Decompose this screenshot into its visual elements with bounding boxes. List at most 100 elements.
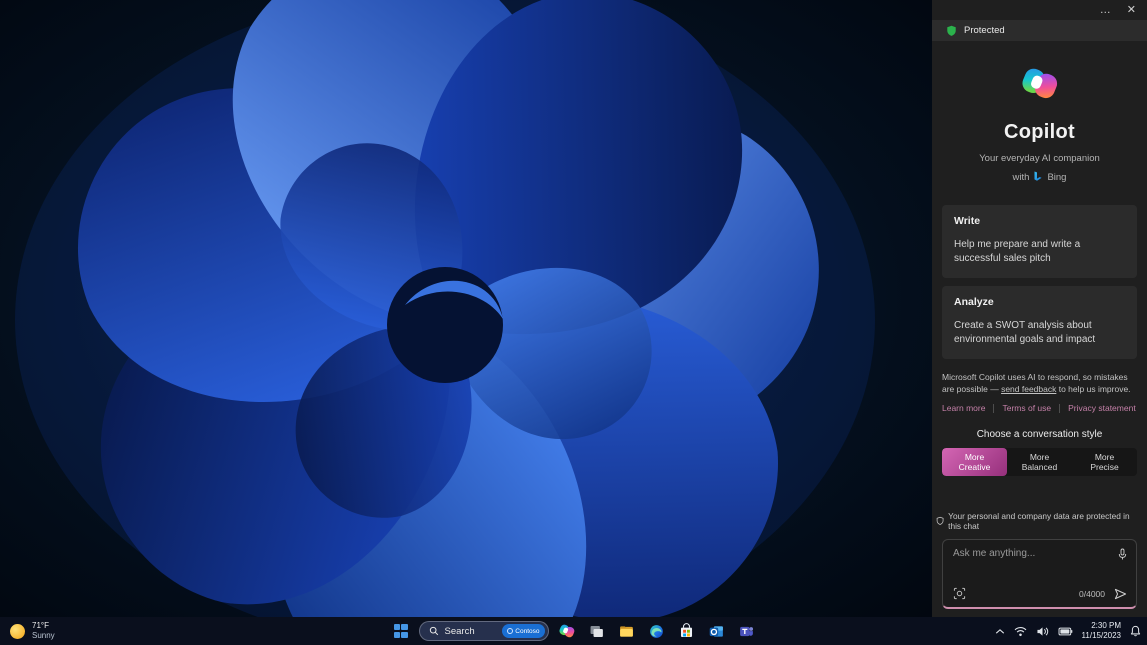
card-prompt: Create a SWOT analysis about environment…	[954, 319, 1096, 345]
data-protection-note: Your personal and company data are prote…	[932, 511, 1147, 531]
shield-protected-icon	[947, 25, 956, 36]
taskbar-app-outlook[interactable]	[705, 619, 729, 643]
search-org-badge: Contoso	[502, 624, 545, 638]
taskbar-center: Search Contoso	[389, 617, 759, 645]
microphone-button[interactable]	[1117, 548, 1128, 564]
search-label: Search	[444, 625, 475, 637]
screen: … ✕ Protected Copilot Your everyday AI c…	[0, 0, 1147, 645]
style-tab-precise[interactable]: More Precise	[1072, 448, 1137, 476]
taskbar-clock[interactable]: 2:30 PM 11/15/2023	[1082, 621, 1121, 641]
taskbar-app-file-explorer[interactable]	[615, 619, 639, 643]
org-badge-label: Contoso	[515, 627, 540, 635]
taskbar-app-microsoft-store[interactable]	[675, 619, 699, 643]
clock-date: 11/15/2023	[1081, 631, 1121, 640]
suggestion-card-analyze[interactable]: Analyze Create a SWOT analysis about env…	[942, 285, 1137, 359]
taskbar-app-copilot[interactable]	[555, 619, 579, 643]
system-tray: 2:30 PM 11/15/2023	[995, 617, 1141, 645]
tab-line2: Precise	[1090, 462, 1119, 473]
protected-label: Protected	[964, 25, 1005, 36]
link-divider	[1059, 403, 1061, 413]
card-title: Write	[954, 214, 981, 227]
task-view-icon	[590, 625, 603, 637]
weather-widget[interactable]: 71°F Sunny	[10, 617, 55, 645]
suggestion-card-write[interactable]: Write Help me prepare and write a succes…	[942, 204, 1137, 278]
card-title: Analyze	[954, 295, 994, 308]
style-tab-creative[interactable]: More Creative	[942, 448, 1007, 477]
chat-input[interactable]	[953, 548, 1108, 559]
copilot-tagline: Your everyday AI companion	[979, 153, 1100, 164]
tab-line1: More	[964, 451, 985, 462]
visual-search-icon	[953, 587, 966, 600]
sun-icon	[10, 623, 25, 639]
taskbar-app-task-view[interactable]	[585, 619, 609, 643]
bloom-wallpaper	[0, 0, 932, 617]
file-explorer-icon	[620, 625, 633, 637]
windows-logo-icon	[393, 624, 408, 638]
visual-search-button[interactable]	[953, 587, 966, 600]
ai-disclaimer: Microsoft Copilot uses AI to respond, so…	[942, 371, 1137, 396]
send-icon	[1114, 588, 1127, 599]
copilot-logo-icon	[1021, 68, 1057, 99]
composer-toolbar: 0/4000	[953, 587, 1127, 600]
close-button[interactable]: ✕	[1127, 4, 1136, 16]
with-bing-line: with Bing	[1012, 171, 1067, 183]
conversation-style-tabs: More Creative More Balanced More Precise	[942, 448, 1137, 477]
bing-logo-icon	[1034, 171, 1043, 181]
taskbar-app-edge[interactable]	[645, 619, 669, 643]
search-icon	[429, 626, 438, 636]
card-prompt: Help me prepare and write a successful s…	[954, 238, 1081, 264]
tab-line2: Balanced	[1021, 462, 1058, 473]
outlook-icon	[709, 625, 723, 637]
battery-button[interactable]	[1058, 627, 1073, 636]
with-text: with	[1012, 171, 1030, 183]
start-button[interactable]	[389, 619, 413, 643]
wifi-icon	[1014, 626, 1026, 636]
style-tab-balanced[interactable]: More Balanced	[1007, 448, 1072, 476]
privacy-statement-link[interactable]: Privacy statement	[1068, 403, 1136, 413]
char-counter: 0/4000	[1079, 588, 1105, 599]
conversation-style-heading: Choose a conversation style	[976, 429, 1103, 441]
protected-status-bar: Protected	[932, 20, 1147, 41]
send-button[interactable]	[1114, 588, 1127, 600]
taskbar-app-teams[interactable]	[735, 619, 759, 643]
data-protection-text: Your personal and company data are prote…	[948, 511, 1130, 531]
chevron-up-icon	[995, 628, 1004, 634]
volume-button[interactable]	[1036, 626, 1049, 637]
wifi-button[interactable]	[1014, 626, 1027, 637]
microphone-icon	[1118, 548, 1127, 560]
bell-icon	[1130, 625, 1141, 637]
more-options-button[interactable]: …	[1100, 4, 1111, 16]
suggestion-cards: Write Help me prepare and write a succes…	[942, 204, 1137, 359]
notifications-button[interactable]	[1130, 625, 1141, 637]
weather-condition: Sunny	[32, 631, 55, 640]
copilot-panel: … ✕ Protected Copilot Your everyday AI c…	[932, 0, 1147, 617]
disclaimer-text-end: to help us improve.	[1056, 383, 1131, 394]
chat-composer: 0/4000	[942, 539, 1137, 609]
edge-icon	[650, 624, 663, 638]
battery-icon	[1058, 627, 1072, 635]
taskbar-search[interactable]: Search Contoso	[418, 621, 549, 641]
hidden-icons-button[interactable]	[995, 628, 1005, 635]
shield-outline-icon	[936, 516, 944, 525]
link-divider	[993, 403, 995, 413]
taskbar: 71°F Sunny Search Contoso 2:30 PM 11/15/…	[0, 617, 1147, 645]
org-logo-icon	[507, 628, 514, 634]
teams-icon	[740, 626, 754, 636]
copilot-title: Copilot	[1004, 121, 1075, 143]
copilot-taskbar-icon	[558, 624, 574, 638]
tab-line2: Creative	[958, 462, 991, 473]
microsoft-store-icon	[680, 622, 693, 637]
tab-line1: More	[1029, 451, 1050, 462]
clock-time: 2:30 PM	[1091, 621, 1121, 630]
panel-window-controls: … ✕	[932, 0, 1147, 20]
weather-temperature: 71°F	[32, 621, 49, 630]
bing-text: Bing	[1047, 171, 1067, 183]
learn-more-link[interactable]: Learn more	[942, 403, 985, 413]
speaker-icon	[1037, 626, 1048, 636]
copilot-brand: Copilot Your everyday AI companion with …	[932, 65, 1147, 185]
desktop[interactable]	[0, 0, 932, 617]
footer-links: Learn more Terms of use Privacy statemen…	[942, 403, 1137, 413]
send-feedback-link[interactable]: send feedback	[1001, 384, 1056, 394]
terms-of-use-link[interactable]: Terms of use	[1002, 403, 1051, 413]
tab-line1: More	[1094, 451, 1115, 462]
